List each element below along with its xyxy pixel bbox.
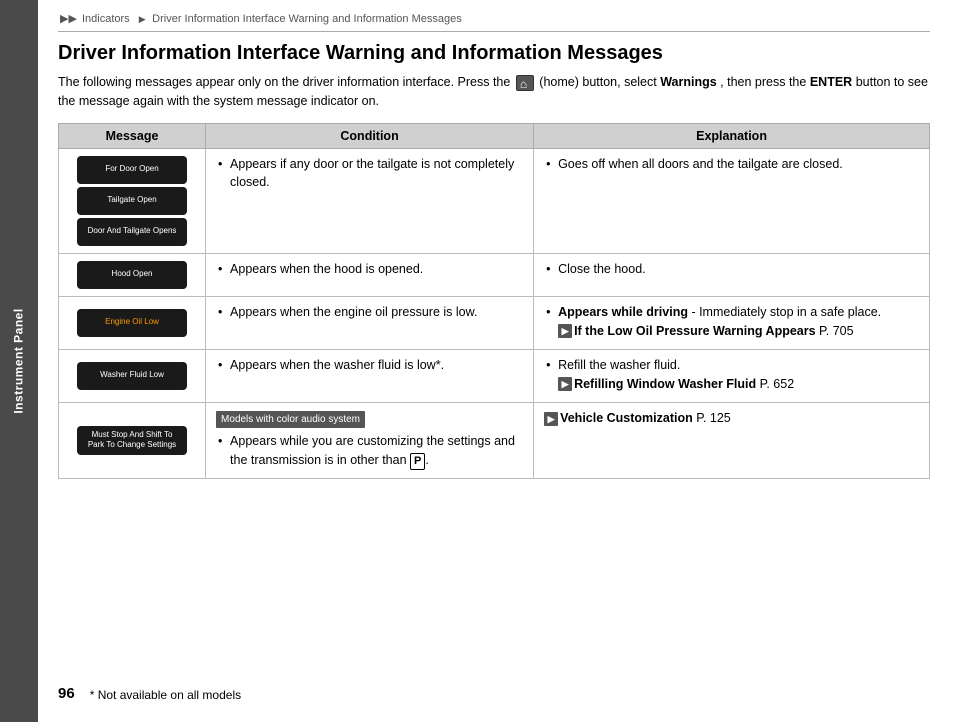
- info-table: Message Condition Explanation For Door O…: [58, 123, 930, 479]
- row2-screen-1: Hood Open: [77, 261, 187, 289]
- row1-explanation-1: Goes off when all doors and the tailgate…: [544, 155, 919, 174]
- table-row: Must Stop And Shift To Park To Change Se…: [59, 402, 930, 478]
- row2-condition-cell: Appears when the hood is opened.: [206, 253, 534, 296]
- sidebar-label: Instrument Panel: [12, 308, 26, 413]
- footnote: * Not available on all models: [90, 688, 241, 702]
- breadcrumb-item-2: Driver Information Interface Warning and…: [152, 13, 462, 25]
- row4-image-cell: Washer Fluid Low: [59, 349, 206, 402]
- row1-screen-2: Tailgate Open: [77, 187, 187, 215]
- breadcrumb-separator: ▶: [139, 14, 148, 24]
- table-row: For Door Open Tailgate Open Door And Tai…: [59, 148, 930, 253]
- sidebar: Instrument Panel: [0, 0, 38, 722]
- col-header-condition: Condition: [206, 123, 534, 148]
- row3-image-cell: Engine Oil Low: [59, 296, 206, 349]
- row4-explanation-cell: Refill the washer fluid. ▶ Refilling Win…: [534, 349, 930, 402]
- breadcrumb: ▶▶ Indicators ▶ Driver Information Inter…: [58, 12, 930, 32]
- row4-ref: ▶ Refilling Window Washer Fluid P. 652: [558, 375, 794, 394]
- row2-image-cell: Hood Open: [59, 253, 206, 296]
- col-header-explanation: Explanation: [534, 123, 930, 148]
- row3-bold-text: Appears while driving: [558, 305, 688, 319]
- row3-condition-cell: Appears when the engine oil pressure is …: [206, 296, 534, 349]
- row2-explanation-1: Close the hood.: [544, 260, 919, 279]
- row5-condition-cell: Models with color audio system Appears w…: [206, 402, 534, 478]
- page-number: 96: [58, 685, 75, 702]
- intro-warnings-bold: Warnings: [660, 75, 716, 89]
- row1-condition-1: Appears if any door or the tailgate is n…: [216, 155, 523, 193]
- intro-enter-bold: ENTER: [810, 75, 852, 89]
- breadcrumb-item-1: ▶▶ Indicators: [60, 13, 132, 25]
- table-row: Washer Fluid Low Appears when the washer…: [59, 349, 930, 402]
- main-content: ▶▶ Indicators ▶ Driver Information Inter…: [38, 0, 960, 722]
- intro-text-after-icon: (home) button, select: [539, 75, 656, 89]
- row4-explanation-1: Refill the washer fluid. ▶ Refilling Win…: [544, 356, 919, 394]
- row5-condition-1: Appears while you are customizing the se…: [216, 432, 523, 470]
- table-row: Hood Open Appears when the hood is opene…: [59, 253, 930, 296]
- ref-icon-2: ▶: [558, 377, 572, 391]
- row5-screen-1: Must Stop And Shift To Park To Change Se…: [77, 426, 187, 455]
- page-title: Driver Information Interface Warning and…: [58, 42, 930, 65]
- row5-image-cell: Must Stop And Shift To Park To Change Se…: [59, 402, 206, 478]
- row1-screen-1: For Door Open: [77, 156, 187, 184]
- row3-ref: ▶ If the Low Oil Pressure Warning Appear…: [558, 322, 854, 341]
- row5-ref: ▶ Vehicle Customization P. 125: [544, 409, 731, 428]
- intro-text-before: The following messages appear only on th…: [58, 75, 510, 89]
- row3-ref-text: If the Low Oil Pressure Warning Appears …: [574, 322, 854, 341]
- row3-condition-1: Appears when the engine oil pressure is …: [216, 303, 523, 322]
- ref-icon: ▶: [558, 324, 572, 338]
- row3-explanation-1: Appears while driving - Immediately stop…: [544, 303, 919, 341]
- p-key: P: [410, 453, 425, 470]
- row1-image-cell: For Door Open Tailgate Open Door And Tai…: [59, 148, 206, 253]
- row4-condition-1: Appears when the washer fluid is low*.: [216, 356, 523, 375]
- row4-ref-text: Refilling Window Washer Fluid P. 652: [574, 375, 794, 394]
- row3-screen-1: Engine Oil Low: [77, 309, 187, 337]
- footer: 96 * Not available on all models: [58, 665, 930, 702]
- table-row: Engine Oil Low Appears when the engine o…: [59, 296, 930, 349]
- row2-condition-1: Appears when the hood is opened.: [216, 260, 523, 279]
- row2-explanation-cell: Close the hood.: [534, 253, 930, 296]
- row4-screen-1: Washer Fluid Low: [77, 362, 187, 390]
- col-header-message: Message: [59, 123, 206, 148]
- home-icon: [516, 75, 534, 91]
- row1-screen-3: Door And Tailgate Opens: [77, 218, 187, 246]
- row3-explanation-cell: Appears while driving - Immediately stop…: [534, 296, 930, 349]
- row1-explanation-cell: Goes off when all doors and the tailgate…: [534, 148, 930, 253]
- row4-condition-cell: Appears when the washer fluid is low*.: [206, 349, 534, 402]
- row1-condition-cell: Appears if any door or the tailgate is n…: [206, 148, 534, 253]
- intro-text-end: , then press the: [720, 75, 806, 89]
- row5-ref-text: Vehicle Customization P. 125: [560, 409, 731, 428]
- row5-explanation-cell: ▶ Vehicle Customization P. 125: [534, 402, 930, 478]
- intro-text: The following messages appear only on th…: [58, 73, 930, 111]
- ref-icon-3: ▶: [544, 412, 558, 426]
- color-audio-label: Models with color audio system: [216, 411, 365, 428]
